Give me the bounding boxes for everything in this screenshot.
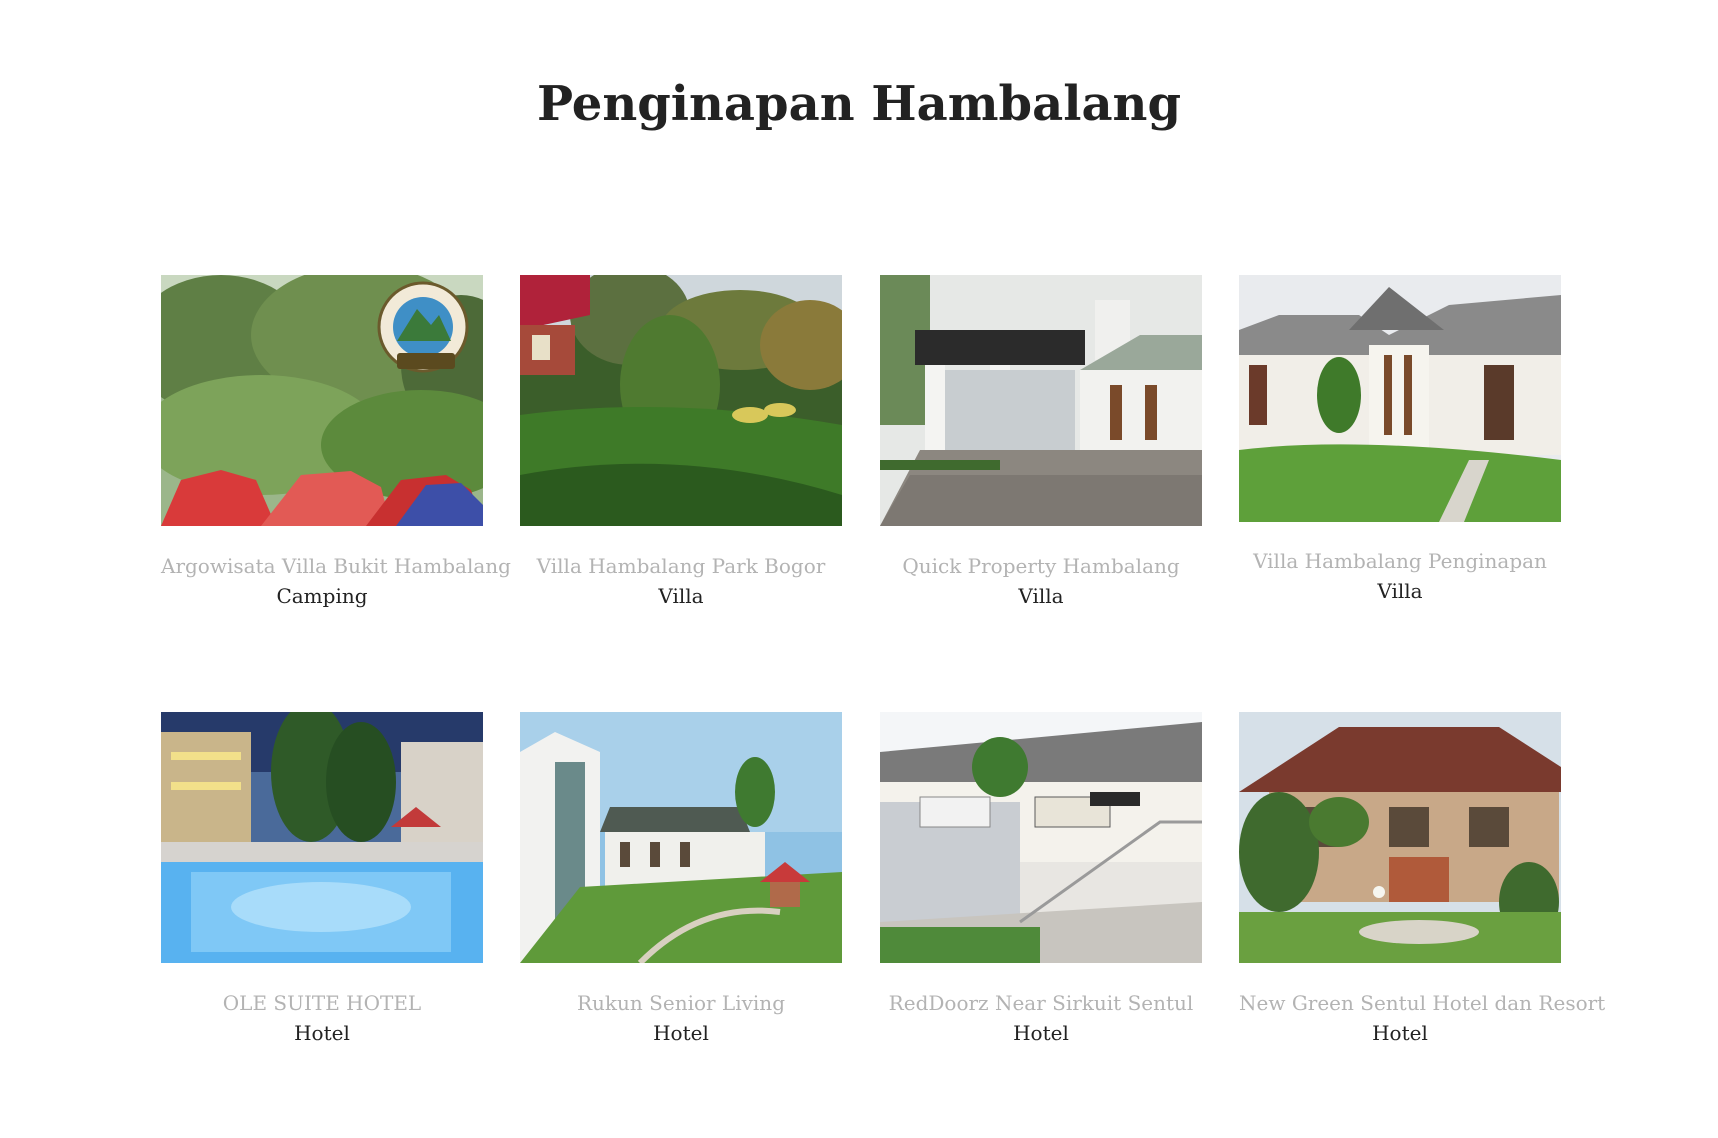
- listing-card[interactable]: Villa Hambalang Penginapan Villa: [1239, 275, 1561, 603]
- listing-type: Villa: [1018, 584, 1064, 608]
- listing-card[interactable]: New Green Sentul Hotel dan Resort Hotel: [1239, 712, 1605, 1045]
- listing-name[interactable]: Rukun Senior Living: [520, 991, 842, 1015]
- page-title: Penginapan Hambalang: [536, 76, 1181, 132]
- listing-type: Hotel: [294, 1021, 350, 1045]
- listing-type: Hotel: [1013, 1021, 1069, 1045]
- listing-name[interactable]: Quick Property Hambalang: [880, 554, 1202, 578]
- listing-type: Hotel: [653, 1021, 709, 1045]
- listing-name[interactable]: Villa Hambalang Park Bogor: [520, 554, 842, 578]
- listing-photo-hotel[interactable]: [520, 712, 842, 963]
- listing-type: Villa: [1377, 579, 1423, 603]
- listing-name[interactable]: Villa Hambalang Penginapan: [1239, 549, 1561, 573]
- listing-photo-villa[interactable]: [520, 275, 842, 526]
- listing-photo-villa[interactable]: [880, 275, 1202, 526]
- listing-photo-camping[interactable]: [161, 275, 483, 526]
- listing-card[interactable]: RedDoorz Near Sirkuit Sentul Hotel: [880, 712, 1202, 1045]
- listing-card[interactable]: Villa Hambalang Park Bogor Villa: [520, 275, 842, 608]
- listing-card[interactable]: Rukun Senior Living Hotel: [520, 712, 842, 1045]
- listing-photo-hotel[interactable]: [880, 712, 1202, 963]
- listing-name[interactable]: New Green Sentul Hotel dan Resort: [1239, 991, 1605, 1015]
- listing-card[interactable]: OLE SUITE HOTEL Hotel: [161, 712, 483, 1045]
- listing-type: Villa: [658, 584, 704, 608]
- listing-card[interactable]: Argowisata Villa Bukit Hambalang Camping: [161, 275, 511, 608]
- listing-type: Hotel: [1372, 1021, 1428, 1045]
- listing-photo-villa[interactable]: [1239, 275, 1561, 522]
- listing-photo-hotel[interactable]: [1239, 712, 1561, 963]
- listing-photo-hotel[interactable]: [161, 712, 483, 963]
- listing-name[interactable]: OLE SUITE HOTEL: [161, 991, 483, 1015]
- listing-type: Camping: [276, 584, 368, 608]
- listing-name[interactable]: RedDoorz Near Sirkuit Sentul: [880, 991, 1202, 1015]
- listing-name[interactable]: Argowisata Villa Bukit Hambalang: [161, 554, 511, 578]
- listing-card[interactable]: Quick Property Hambalang Villa: [880, 275, 1202, 608]
